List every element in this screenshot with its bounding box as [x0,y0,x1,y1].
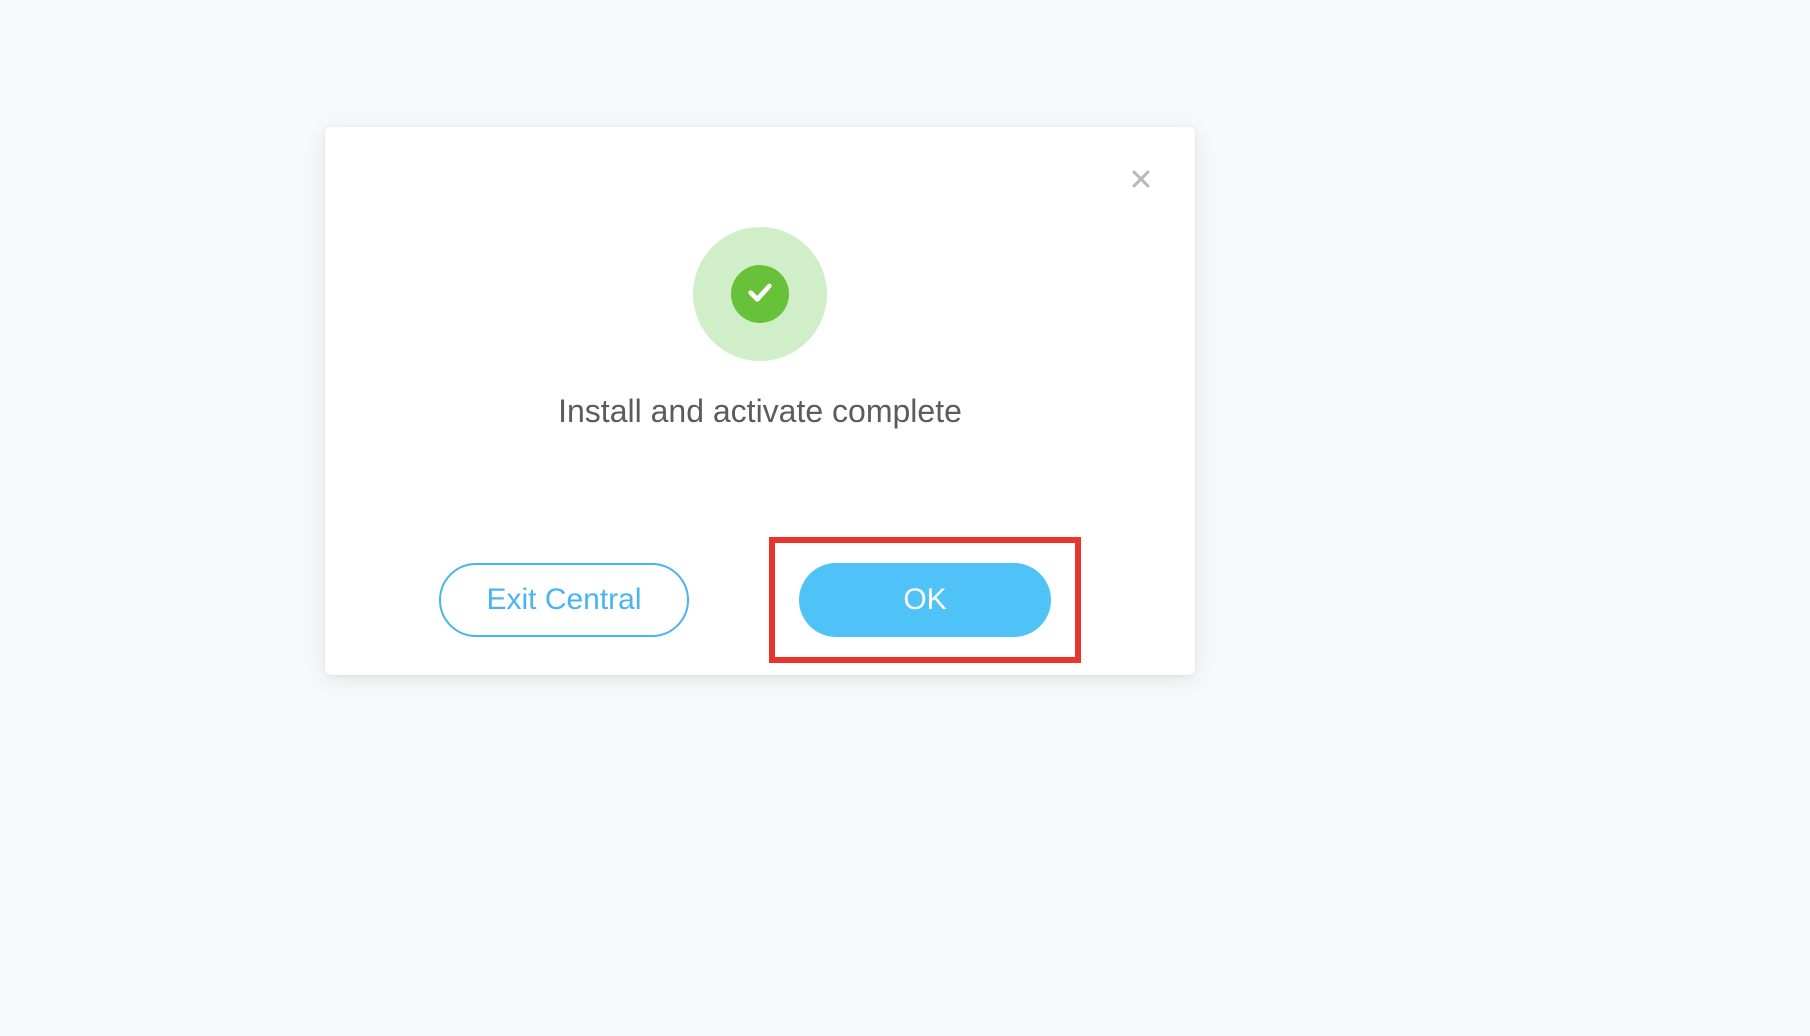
close-button[interactable] [1127,167,1155,195]
success-icon-inner [731,265,789,323]
success-icon-outer [693,227,827,361]
modal-dialog: Install and activate complete Exit Centr… [325,127,1195,675]
ok-button[interactable]: OK [799,563,1051,637]
close-icon [1129,167,1153,196]
dialog-button-row: Exit Central OK [325,537,1195,663]
ok-button-highlight: OK [769,537,1081,663]
exit-central-button[interactable]: Exit Central [439,563,689,637]
dialog-message: Install and activate complete [325,393,1195,430]
checkmark-icon [744,276,776,313]
